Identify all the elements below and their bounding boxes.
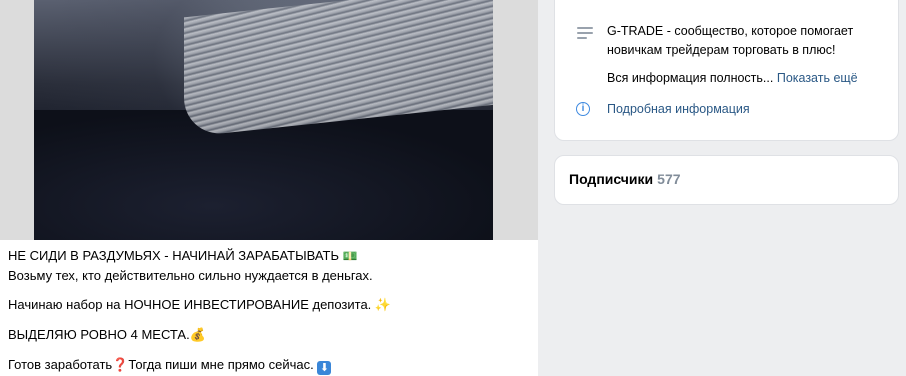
post-text: НЕ СИДИ В РАЗДУМЬЯХ - НАЧИНАЙ ЗАРАБАТЫВА… [8, 246, 528, 376]
description-truncated: Вся информация полность... Показать ещё [607, 71, 858, 85]
post-line: Возьму тех, кто действительно сильно нуж… [8, 268, 373, 283]
post-line: Начинаю набор на НОЧНОЕ ИНВЕСТИРОВАНИЕ д… [8, 297, 392, 313]
post-line: ВЫДЕЛЯЮ РОВНО 4 МЕСТА.💰 [8, 327, 206, 343]
info-circle-icon: i [576, 102, 590, 116]
sparkles-emoji-icon: ✨ [374, 298, 392, 313]
detailed-info-link[interactable]: Подробная информация [607, 100, 750, 119]
post-photo[interactable] [34, 0, 493, 240]
post-photo-frame [0, 0, 538, 240]
down-arrow-emoji-icon: ⬇ [317, 361, 332, 375]
money-emoji-icon: 💵 [342, 249, 358, 263]
post-line: Готов заработать❓Тогда пиши мне прямо се… [8, 355, 528, 376]
description-lines-icon [577, 27, 593, 39]
subscribers-count: 577 [657, 171, 681, 187]
question-emoji-icon: ❓ [112, 358, 129, 373]
community-description: G-TRADE - сообщество, которое помогает н… [607, 24, 854, 57]
post-line-headline: НЕ СИДИ В РАЗДУМЬЯХ - НАЧИНАЙ ЗАРАБАТЫВА… [8, 248, 358, 263]
subscribers-header: Подписчики 577 [569, 171, 681, 187]
community-info-card: G-TRADE - сообщество, которое помогает н… [554, 0, 899, 141]
show-more-link[interactable]: Показать ещё [777, 71, 858, 85]
post: НЕ СИДИ В РАЗДУМЬЯХ - НАЧИНАЙ ЗАРАБАТЫВА… [0, 0, 538, 376]
subscribers-card[interactable]: Подписчики 577 [554, 155, 899, 205]
photo-dark-coat [34, 110, 493, 240]
money-bag-emoji-icon: 💰 [189, 328, 206, 343]
